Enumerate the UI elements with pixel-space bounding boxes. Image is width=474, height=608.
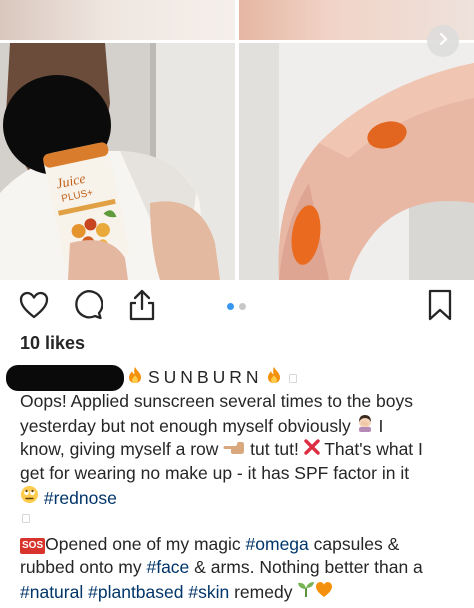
chevron-right-icon	[436, 32, 450, 51]
seedling-icon	[297, 580, 315, 605]
caption-text: & arms. Nothing better than a	[194, 557, 423, 577]
backhand-pointing-icon	[223, 438, 245, 462]
bookmark-icon	[427, 289, 453, 326]
hashtag-link[interactable]: #face	[146, 557, 189, 577]
orange-heart-icon	[315, 581, 333, 605]
caption-header: SUNBURN	[6, 365, 465, 391]
cross-mark-icon	[303, 438, 320, 462]
caption-text: rubbed onto my	[20, 557, 142, 577]
caption-text: know, giving myself a row	[20, 439, 219, 459]
likes-count[interactable]: 10 likes	[20, 333, 85, 354]
carousel-dot	[239, 303, 246, 310]
unsupported-glyph	[288, 373, 297, 383]
caption-text: tut tut!	[250, 439, 299, 459]
post-action-bar	[0, 285, 474, 329]
hashtag-link[interactable]: #omega	[246, 534, 309, 554]
post-caption: SUNBURN Oops! Applied sunscreen several …	[6, 365, 465, 605]
hashtag-link[interactable]: #skin	[188, 582, 229, 602]
comment-button[interactable]	[72, 289, 104, 325]
carousel-dot-active	[227, 303, 234, 310]
post-media-carousel[interactable]: Juice PLUS+	[0, 0, 474, 280]
hashtag-link[interactable]: #natural	[20, 582, 83, 602]
carousel-next-button[interactable]	[427, 25, 459, 57]
fire-icon	[267, 366, 281, 391]
caption-title: SUNBURN	[148, 367, 263, 388]
woman-facepalming-icon	[356, 414, 374, 439]
hashtag-link[interactable]: #rednose	[44, 488, 117, 508]
share-icon	[127, 289, 157, 326]
save-button[interactable]	[424, 289, 456, 326]
caption-text: Oops! Applied sunscreen several times to…	[20, 391, 413, 411]
caption-text: Opened one of my magic	[45, 533, 241, 554]
caption-text: get for wearing no make up - it has SPF …	[20, 462, 410, 483]
carousel-indicator	[227, 303, 246, 310]
caption-text: capsules &	[313, 533, 400, 554]
caption-paragraph-2: SOS Opened one of my magic #omega capsule…	[20, 533, 465, 605]
caption-spacer	[20, 511, 465, 527]
username-redacted[interactable]	[6, 365, 124, 391]
fire-icon	[128, 366, 142, 391]
caption-text: remedy	[234, 581, 293, 602]
photo-arm-with-oil	[239, 43, 474, 280]
share-button[interactable]	[126, 289, 158, 326]
caption-text: I	[378, 415, 384, 436]
caption-text: That's what I	[324, 439, 423, 459]
unsupported-glyph	[22, 513, 30, 523]
hashtag-link[interactable]: #plantbased	[88, 582, 183, 602]
like-button[interactable]	[18, 291, 50, 323]
caption-text: yesterday but not enough myself obviousl…	[20, 415, 351, 436]
caption-paragraph-1: Oops! Applied sunscreen several times to…	[20, 390, 465, 511]
comment-icon	[73, 289, 104, 325]
heart-icon	[19, 291, 49, 324]
sos-button-icon: SOS	[20, 537, 46, 554]
rolling-eyes-icon	[20, 485, 39, 511]
photo-person-with-product: Juice PLUS+	[0, 43, 235, 280]
